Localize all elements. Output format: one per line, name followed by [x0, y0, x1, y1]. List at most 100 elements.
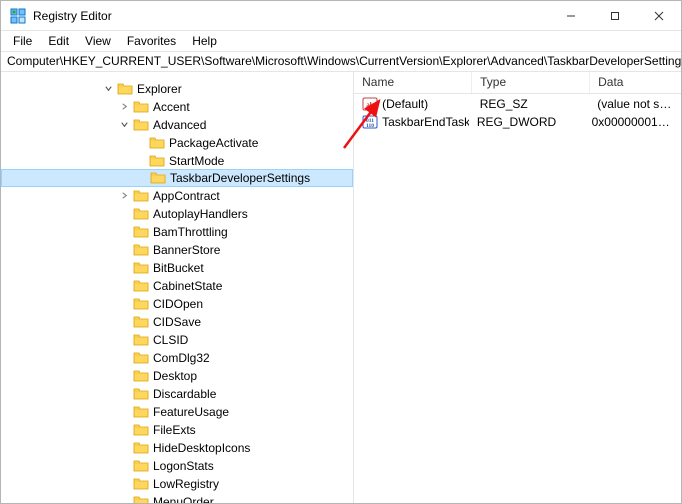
folder-icon [133, 207, 149, 221]
tree-item-label: BamThrottling [153, 225, 228, 239]
value-data: (value not set) [589, 97, 681, 111]
menu-edit[interactable]: Edit [40, 32, 77, 50]
tree-item-appcontract[interactable]: AppContract [1, 187, 353, 205]
tree-item-cidopen[interactable]: CIDOpen [1, 295, 353, 313]
tree-item-label: Desktop [153, 369, 197, 383]
tree-item-autoplayhandlers[interactable]: AutoplayHandlers [1, 205, 353, 223]
tree-item-label: HideDesktopIcons [153, 441, 250, 455]
expander-placeholder [117, 369, 131, 383]
tree-item-bitbucket[interactable]: BitBucket [1, 259, 353, 277]
expander-placeholder [117, 243, 131, 257]
value-row[interactable]: ab(Default)REG_SZ(value not set) [354, 95, 681, 113]
tree-item-label: Discardable [153, 387, 216, 401]
tree-item-label: PackageActivate [169, 136, 258, 150]
tree-item-logonstats[interactable]: LogonStats [1, 457, 353, 475]
tree-item-clsid[interactable]: CLSID [1, 331, 353, 349]
folder-icon [133, 459, 149, 473]
menu-favorites[interactable]: Favorites [119, 32, 184, 50]
tree-item-bamthrottling[interactable]: BamThrottling [1, 223, 353, 241]
close-button[interactable] [637, 1, 681, 31]
folder-icon [133, 441, 149, 455]
tree-item-comdlg32[interactable]: ComDlg32 [1, 349, 353, 367]
tree-item-cabinetstate[interactable]: CabinetState [1, 277, 353, 295]
folder-icon [150, 171, 166, 185]
tree-item-label: FeatureUsage [153, 405, 229, 419]
expander-placeholder [117, 333, 131, 347]
expander-placeholder [117, 351, 131, 365]
folder-icon [133, 351, 149, 365]
tree-item-discardable[interactable]: Discardable [1, 385, 353, 403]
tree-item-packageactivate[interactable]: PackageActivate [1, 134, 353, 152]
menu-view[interactable]: View [77, 32, 119, 50]
tree-item-taskbardevelopersettings[interactable]: TaskbarDeveloperSettings [1, 169, 353, 187]
folder-icon [133, 279, 149, 293]
folder-icon [133, 315, 149, 329]
tree-item-label: CIDSave [153, 315, 201, 329]
value-name: (Default) [382, 97, 428, 111]
tree-item-bannerstore[interactable]: BannerStore [1, 241, 353, 259]
tree-item-label: TaskbarDeveloperSettings [170, 171, 310, 185]
expander-placeholder [133, 136, 147, 150]
menu-file[interactable]: File [5, 32, 40, 50]
expander-placeholder [117, 441, 131, 455]
tree-item-label: LowRegistry [153, 477, 219, 491]
folder-icon [133, 405, 149, 419]
list-body: ab(Default)REG_SZ(value not set)011110Ta… [354, 94, 681, 132]
tree-item-label: CLSID [153, 333, 188, 347]
expander-placeholder [117, 225, 131, 239]
expander-placeholder [117, 261, 131, 275]
tree-item-menuorder[interactable]: MenuOrder [1, 493, 353, 503]
tree-item-label: BannerStore [153, 243, 220, 257]
value-type: REG_DWORD [469, 115, 584, 129]
expander-placeholder [117, 207, 131, 221]
tree-item-lowregistry[interactable]: LowRegistry [1, 475, 353, 493]
tree-item-label: LogonStats [153, 459, 214, 473]
chevron-right-icon[interactable] [117, 100, 131, 114]
reg-sz-icon: ab [362, 96, 378, 112]
folder-icon [133, 477, 149, 491]
folder-icon [133, 495, 149, 503]
tree-pane[interactable]: Explorer Accent Advanced PackageActivate Sta… [1, 72, 354, 503]
value-row[interactable]: 011110TaskbarEndTaskREG_DWORD0x00000001 … [354, 113, 681, 131]
folder-icon [133, 369, 149, 383]
tree-item-label: BitBucket [153, 261, 204, 275]
tree-item-label: ComDlg32 [153, 351, 210, 365]
expander-placeholder [117, 315, 131, 329]
folder-icon [133, 261, 149, 275]
header-type[interactable]: Type [472, 72, 590, 93]
tree-item-fileexts[interactable]: FileExts [1, 421, 353, 439]
folder-icon [133, 423, 149, 437]
address-bar[interactable]: Computer\HKEY_CURRENT_USER\Software\Micr… [1, 52, 681, 71]
tree-item-startmode[interactable]: StartMode [1, 152, 353, 170]
tree-item-label: Advanced [153, 118, 206, 132]
title-bar: Registry Editor [1, 1, 681, 31]
tree-item-advanced[interactable]: Advanced [1, 116, 353, 134]
minimize-button[interactable] [549, 1, 593, 31]
chevron-right-icon[interactable] [117, 189, 131, 203]
chevron-down-icon[interactable] [101, 82, 115, 96]
tree-item-desktop[interactable]: Desktop [1, 367, 353, 385]
tree-item-hidedesktopicons[interactable]: HideDesktopIcons [1, 439, 353, 457]
folder-icon [133, 225, 149, 239]
header-name[interactable]: Name [354, 72, 472, 93]
maximize-button[interactable] [593, 1, 637, 31]
chevron-down-icon[interactable] [117, 118, 131, 132]
window-title: Registry Editor [33, 9, 112, 23]
menu-help[interactable]: Help [184, 32, 225, 50]
tree-item-label: MenuOrder [153, 495, 214, 503]
tree-item-label: Accent [153, 100, 190, 114]
header-data[interactable]: Data [590, 72, 681, 93]
values-pane[interactable]: Name Type Data ab(Default)REG_SZ(value n… [354, 72, 681, 503]
expander-placeholder [133, 154, 147, 168]
tree-item-label: AutoplayHandlers [153, 207, 248, 221]
folder-icon [133, 333, 149, 347]
expander-placeholder [117, 297, 131, 311]
expander-placeholder [117, 279, 131, 293]
regedit-icon [9, 7, 27, 25]
tree-item-featureusage[interactable]: FeatureUsage [1, 403, 353, 421]
tree-item-explorer[interactable]: Explorer [1, 80, 353, 98]
tree-item-accent[interactable]: Accent [1, 98, 353, 116]
expander-placeholder [117, 495, 131, 503]
tree-item-cidsave[interactable]: CIDSave [1, 313, 353, 331]
expander-placeholder [134, 171, 148, 185]
